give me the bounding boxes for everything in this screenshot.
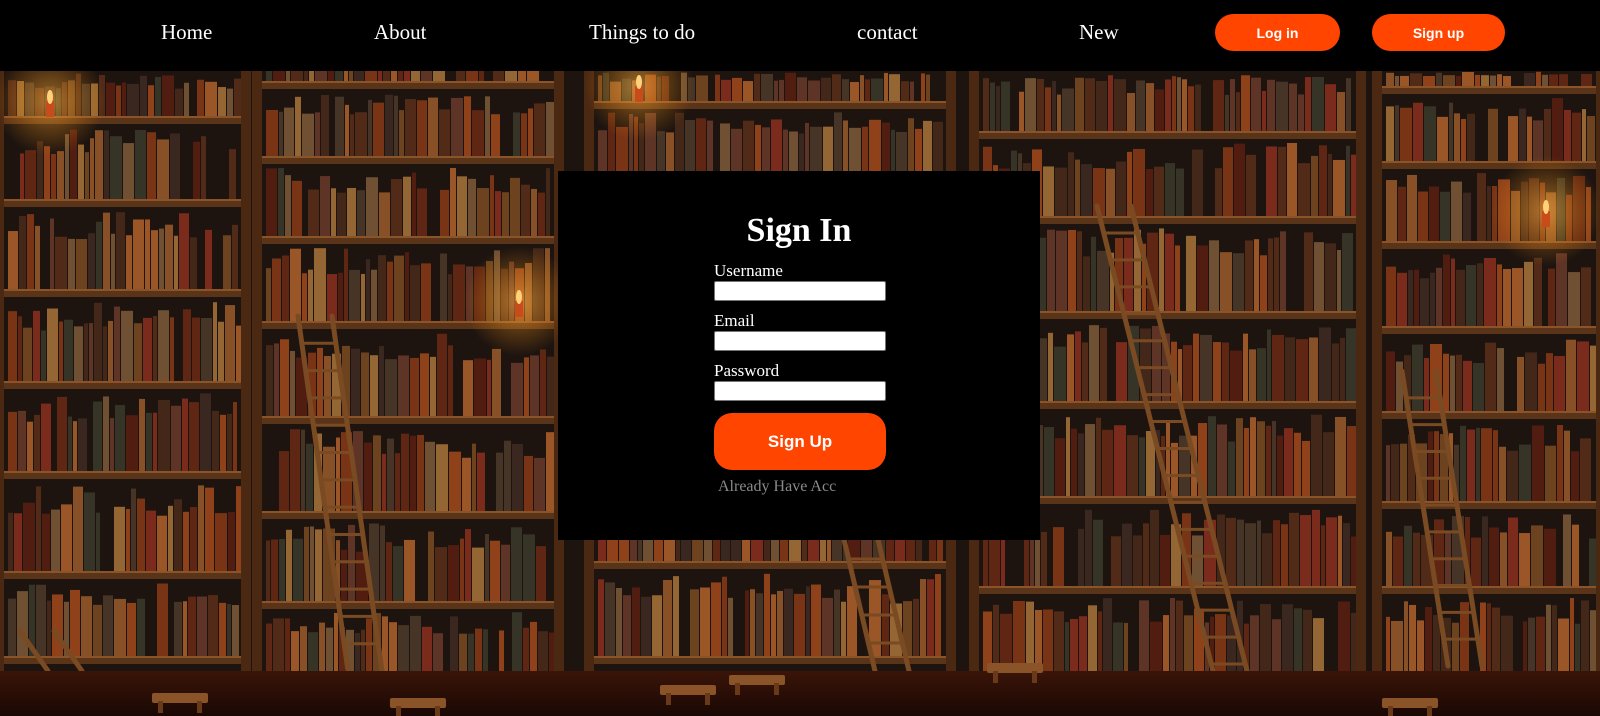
email-input[interactable] bbox=[714, 331, 886, 351]
already-have-account-link[interactable]: Already Have Acc bbox=[718, 477, 836, 497]
username-input[interactable] bbox=[714, 281, 886, 301]
sign-up-submit-button[interactable]: Sign Up bbox=[714, 413, 886, 470]
nav-link-home[interactable]: Home bbox=[161, 18, 212, 46]
nav-link-contact[interactable]: contact bbox=[857, 18, 918, 46]
password-input[interactable] bbox=[714, 381, 886, 401]
sign-in-card: Sign In Username Email Password Sign Up … bbox=[558, 171, 1040, 540]
email-label: Email bbox=[714, 311, 755, 330]
top-nav: Home About Things to do contact New Log … bbox=[0, 0, 1600, 71]
password-label: Password bbox=[714, 361, 780, 380]
username-label: Username bbox=[714, 261, 783, 280]
login-button[interactable]: Log in bbox=[1215, 14, 1340, 51]
sign-in-title: Sign In bbox=[746, 212, 852, 249]
nav-link-about[interactable]: About bbox=[374, 18, 427, 46]
signup-button[interactable]: Sign up bbox=[1372, 14, 1505, 51]
nav-link-things-to-do[interactable]: Things to do bbox=[589, 18, 695, 46]
nav-link-new[interactable]: New bbox=[1079, 18, 1119, 46]
